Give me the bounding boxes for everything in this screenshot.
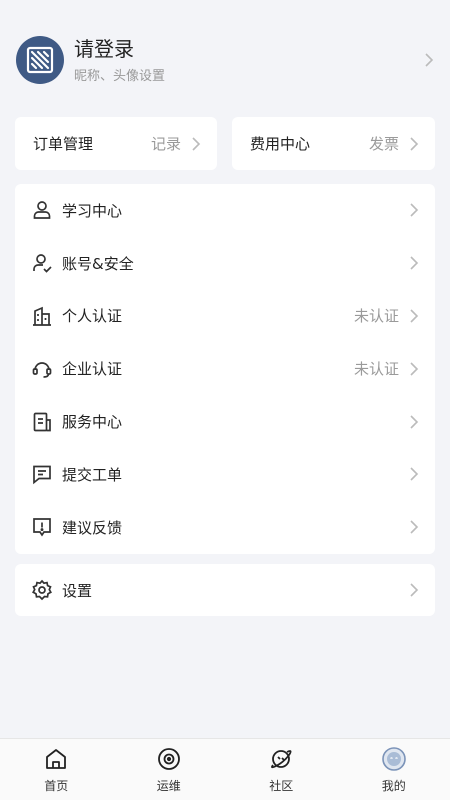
bottom-tab-bar: 首页 运维 社区 我的 <box>0 738 450 800</box>
message-icon <box>31 463 53 485</box>
profile-header[interactable]: 请登录 昵称、头像设置 <box>0 20 450 100</box>
menu-item-label: 设置 <box>62 581 93 600</box>
menu-item-label: 企业认证 <box>62 360 123 379</box>
target-icon <box>156 746 182 772</box>
menu-item-status: 未认证 <box>353 307 399 326</box>
chevron-right-icon <box>407 467 421 481</box>
user-check-icon <box>31 252 53 274</box>
card-sub: 记录 <box>150 135 181 153</box>
chevron-right-icon <box>407 415 421 429</box>
logo-avatar-icon <box>16 36 64 84</box>
menu-item-account-security[interactable]: 账号&安全 <box>15 237 435 290</box>
billing-center-card[interactable]: 费用中心 发票 <box>232 117 435 170</box>
tab-home[interactable]: 首页 <box>0 739 113 800</box>
tab-mine[interactable]: 我的 <box>338 739 450 800</box>
order-management-card[interactable]: 订单管理 记录 <box>15 117 217 170</box>
chevron-right-icon <box>407 136 421 151</box>
menu-item-label: 建议反馈 <box>62 518 123 537</box>
chevron-right-icon <box>189 136 203 151</box>
settings-card: 设置 <box>15 564 435 616</box>
menu-item-label: 学习中心 <box>62 201 123 220</box>
menu-item-service-center[interactable]: 服务中心 <box>15 395 435 448</box>
menu-item-label: 提交工单 <box>62 465 123 484</box>
planet-icon <box>268 746 294 772</box>
menu-item-label: 个人认证 <box>62 307 123 326</box>
login-prompt[interactable]: 请登录 <box>74 36 422 62</box>
card-label: 费用中心 <box>250 135 311 153</box>
menu-item-label: 账号&安全 <box>62 254 134 273</box>
chevron-right-icon <box>407 583 421 597</box>
menu-item-personal-verification[interactable]: 个人认证 未认证 <box>15 290 435 343</box>
menu-item-settings[interactable]: 设置 <box>15 564 435 616</box>
menu-item-submit-ticket[interactable]: 提交工单 <box>15 448 435 501</box>
document-icon <box>31 411 53 433</box>
chevron-right-icon <box>407 362 421 376</box>
chevron-right-icon <box>407 256 421 270</box>
menu-item-learning-center[interactable]: 学习中心 <box>15 184 435 237</box>
tab-operations[interactable]: 运维 <box>113 739 226 800</box>
menu-list: 学习中心 账号&安全 个人认证 未认证 企业认证 未认证 服务中心 提交工单 建… <box>15 184 435 554</box>
profile-subtitle: 昵称、头像设置 <box>74 69 166 84</box>
menu-item-status: 未认证 <box>353 360 399 379</box>
user-icon <box>31 199 53 221</box>
gear-icon <box>31 579 53 601</box>
card-sub: 发票 <box>368 135 399 153</box>
chevron-right-icon <box>407 203 421 217</box>
card-label: 订单管理 <box>33 135 94 153</box>
chevron-right-icon <box>422 53 436 67</box>
tab-community[interactable]: 社区 <box>225 739 338 800</box>
profile-face-icon <box>381 746 407 772</box>
tab-label: 首页 <box>44 779 69 793</box>
tab-label: 我的 <box>381 779 406 793</box>
menu-item-feedback[interactable]: 建议反馈 <box>15 501 435 554</box>
chevron-right-icon <box>407 520 421 534</box>
chevron-right-icon <box>407 309 421 323</box>
tab-label: 运维 <box>156 779 181 793</box>
menu-item-enterprise-verification[interactable]: 企业认证 未认证 <box>15 342 435 395</box>
tab-label: 社区 <box>269 779 294 793</box>
feedback-icon <box>31 516 53 538</box>
menu-item-label: 服务中心 <box>62 413 123 432</box>
building-icon <box>31 305 53 327</box>
home-icon <box>43 746 69 772</box>
headset-icon <box>31 358 53 380</box>
